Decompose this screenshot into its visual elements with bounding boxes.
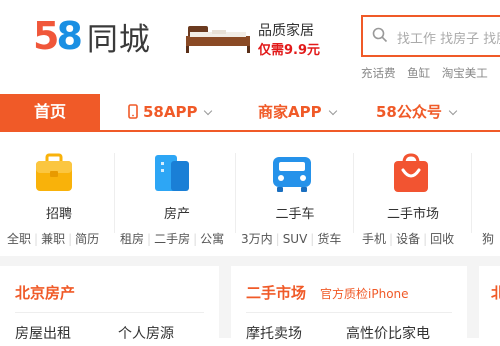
building-icon	[155, 155, 189, 191]
panel-title[interactable]: 北京房产	[15, 282, 75, 303]
nav-official-account[interactable]: 58公众号	[376, 94, 458, 130]
hot-search-link[interactable]: 淘宝美工	[442, 66, 488, 80]
panel-link[interactable]: 个人房源	[118, 323, 174, 343]
category-housing[interactable]: 房产 租房 | 二手房 | 公寓	[118, 133, 236, 251]
divider	[246, 312, 452, 313]
hot-search-link[interactable]: 充话费	[361, 66, 396, 80]
category-sublinks: 租房 | 二手房 | 公寓	[120, 232, 225, 246]
category-sublinks: 狗	[480, 230, 496, 247]
search-input[interactable]: 找工作 找房子 找服务	[397, 28, 500, 47]
promo-price: 仅需9.9元	[258, 43, 321, 58]
divider	[114, 153, 115, 233]
panel-title[interactable]: 二手市场 官方质检iPhone	[246, 282, 409, 303]
category-sublinks: 手机 | 设备 | 回收	[362, 232, 455, 246]
logo-text: 同城	[86, 21, 151, 58]
search-icon	[372, 27, 388, 43]
nav-58app-label: 58APP	[143, 103, 198, 121]
sublink[interactable]: 简历	[75, 232, 99, 246]
car-icon	[273, 157, 311, 192]
category-label: 二手市场	[386, 207, 439, 222]
category-sublinks: 全职 | 兼职 | 简历	[7, 232, 100, 246]
search-box[interactable]: 找工作 找房子 找服务	[361, 15, 500, 57]
logo-58: 5 8	[33, 17, 83, 55]
sublink[interactable]: 全职	[7, 232, 31, 246]
panel-partial: 北	[479, 266, 500, 346]
main-nav: 首页 58APP 商家APP 58公众号	[0, 92, 500, 132]
nav-58app[interactable]: 58APP	[128, 94, 213, 130]
sublink[interactable]: 回收	[430, 232, 454, 246]
shopping-bag-icon	[394, 153, 428, 192]
panel-beijing-housing: 北京房产 房屋出租 个人房源	[0, 266, 219, 346]
site-logo[interactable]: 5 8 同城	[33, 16, 151, 58]
briefcase-icon	[36, 153, 72, 191]
category-sublinks: 3万内 | SUV | 货车	[241, 232, 342, 246]
nav-merchant-app-label: 商家APP	[258, 103, 322, 121]
sublink[interactable]: SUV	[283, 232, 308, 246]
nav-official-account-label: 58公众号	[376, 103, 442, 121]
sublink[interactable]: 狗	[482, 232, 494, 246]
chevron-down-icon	[204, 106, 213, 116]
promo-banner[interactable]: 品质家居 仅需9.9元	[180, 18, 330, 58]
hot-searches: 充话费 鱼缸 淘宝美工	[361, 65, 496, 81]
category-grid: 招聘 全职 | 兼职 | 简历 房产 租房 | 二手房 | 公寓 二手车 3万内 |	[0, 133, 500, 256]
divider	[15, 312, 204, 313]
logo-digit-5: 5	[33, 14, 60, 58]
category-label: 房产	[163, 207, 190, 222]
category-secondhand-market[interactable]: 二手市场 手机 | 设备 | 回收	[354, 133, 472, 251]
sublink[interactable]: 3万内	[241, 232, 273, 246]
sublink[interactable]: 货车	[317, 232, 341, 246]
category-jobs[interactable]: 招聘 全职 | 兼职 | 简历	[0, 133, 118, 251]
bed-image-icon	[186, 26, 250, 53]
sublink[interactable]: 设备	[396, 232, 420, 246]
nav-merchant-app[interactable]: 商家APP	[258, 94, 337, 130]
sublink[interactable]: 公寓	[200, 232, 224, 246]
sublink[interactable]: 手机	[362, 232, 386, 246]
sublink[interactable]: 租房	[120, 232, 144, 246]
promo-title: 品质家居	[258, 23, 314, 39]
phone-icon	[128, 104, 138, 119]
panel-link[interactable]: 高性价比家电	[346, 323, 430, 343]
sublink[interactable]: 兼职	[41, 232, 65, 246]
category-label: 招聘	[45, 207, 72, 222]
category-label: 二手车	[275, 207, 315, 222]
panel-link[interactable]: 房屋出租	[15, 323, 71, 343]
chevron-down-icon	[448, 106, 458, 116]
chevron-down-icon	[328, 106, 337, 116]
sublink[interactable]: 二手房	[154, 232, 190, 246]
panel-tag[interactable]: 官方质检iPhone	[320, 287, 409, 301]
category-partial[interactable]: 狗	[472, 133, 500, 251]
category-used-cars[interactable]: 二手车 3万内 | SUV | 货车	[236, 133, 354, 251]
panel-link[interactable]: 摩托卖场	[246, 323, 302, 343]
panel-title[interactable]: 北	[491, 282, 500, 303]
panel-secondhand-market: 二手市场 官方质检iPhone 摩托卖场 高性价比家电	[231, 266, 467, 346]
header: 5 8 同城 品质家居 仅需9.9元 找工作 找房子 找服务 充话费 鱼缸 淘宝…	[0, 0, 500, 92]
nav-home-tab[interactable]: 首页	[0, 94, 100, 130]
hot-search-link[interactable]: 鱼缸	[407, 66, 430, 80]
logo-digit-8: 8	[56, 14, 83, 58]
